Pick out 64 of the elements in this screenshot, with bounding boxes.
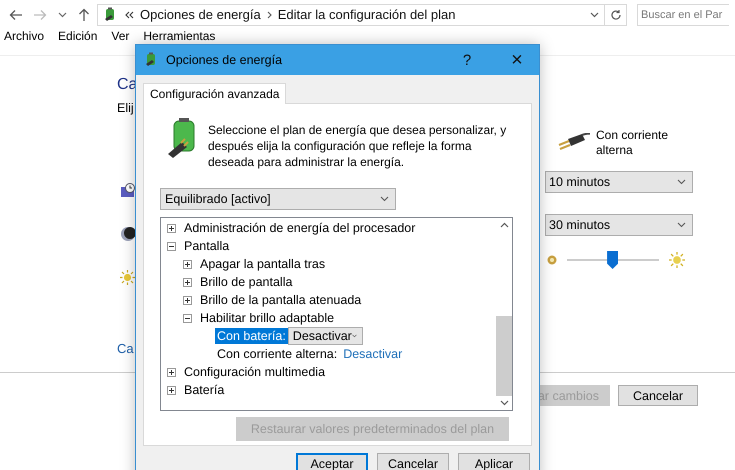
description-text: Seleccione el plan de energía que desea personalizar, y después elija la configuración que refleje la forma deseada para administrar la energía. xyxy=(208,122,508,170)
search-field[interactable]: Buscar en el Par xyxy=(637,4,729,26)
tree-toggle[interactable] xyxy=(167,386,176,394)
breadcrumb-item[interactable]: Editar la configuración del plan xyxy=(278,7,456,22)
dialog-button[interactable]: Cancelar xyxy=(377,453,449,470)
scrollbar-thumb[interactable] xyxy=(496,316,512,396)
dropdown[interactable]: 10 minutos xyxy=(545,171,693,193)
footer-button[interactable]: Cancelar xyxy=(618,385,698,406)
breadcrumb-item[interactable]: Opciones de energía xyxy=(140,7,261,22)
setting-dropdown[interactable]: Desactivar xyxy=(288,327,363,345)
tree-toggle[interactable] xyxy=(183,314,192,322)
chevron-down-icon xyxy=(380,196,389,202)
setting-link[interactable]: Desactivar xyxy=(343,347,402,361)
setting-label[interactable]: Con corriente alterna: xyxy=(215,346,340,362)
setting-label[interactable]: Con batería: xyxy=(215,328,288,344)
tree-item[interactable]: Brillo de pantalla xyxy=(200,275,292,289)
tree-toggle[interactable] xyxy=(167,368,176,376)
tree-toggle[interactable] xyxy=(167,224,176,232)
menu-item[interactable]: Archivo xyxy=(4,29,44,44)
tree-toggle[interactable] xyxy=(183,296,192,304)
moon-icon xyxy=(121,226,135,242)
chevron-right-icon[interactable] xyxy=(266,10,272,18)
tree-toggle[interactable] xyxy=(167,242,176,250)
dim-sun-icon xyxy=(547,255,557,265)
refresh-icon xyxy=(610,8,622,20)
menu-item[interactable]: Herramientas xyxy=(143,29,216,44)
chevron-down-icon xyxy=(677,179,686,185)
chevron-down-icon[interactable] xyxy=(590,12,599,18)
tree-item[interactable]: Batería xyxy=(184,383,224,397)
tree-item[interactable]: Brillo de la pantalla atenuada xyxy=(200,293,362,307)
sun-icon xyxy=(669,252,685,268)
tree-item[interactable]: Administración de energía del procesador xyxy=(184,221,416,235)
address-bar[interactable]: Opciones de energía Editar la configuración del plan xyxy=(97,4,605,26)
up-arrow-icon[interactable] xyxy=(78,8,90,22)
chevron-down-icon[interactable] xyxy=(58,12,67,18)
chevron-down-icon xyxy=(677,222,686,228)
double-chevron-icon[interactable] xyxy=(125,10,134,18)
sun-icon xyxy=(120,270,135,285)
refresh-button[interactable] xyxy=(605,4,627,26)
menu-item[interactable]: Ver xyxy=(111,29,130,44)
column-title: Con corriente alterna xyxy=(596,128,670,158)
power-plug-icon xyxy=(558,133,590,153)
plan-dropdown[interactable]: Equilibrado [activo] xyxy=(160,188,396,210)
tree-item[interactable]: Configuración multimedia xyxy=(184,365,326,379)
tree-toggle[interactable] xyxy=(183,260,192,268)
page-link[interactable]: Ca xyxy=(117,341,134,356)
scroll-up-icon[interactable] xyxy=(500,222,508,228)
tree-toggle[interactable] xyxy=(183,278,192,286)
scroll-down-icon[interactable] xyxy=(500,400,508,406)
chevron-down-icon xyxy=(352,333,357,339)
help-button[interactable]: ? xyxy=(445,45,489,75)
clock-monitor-icon xyxy=(121,183,135,197)
back-icon[interactable] xyxy=(9,8,23,20)
tree-item[interactable]: Pantalla xyxy=(184,239,230,253)
slider-thumb[interactable] xyxy=(607,251,618,269)
subtitle-text: Elij xyxy=(117,101,134,115)
dialog-title: Opciones de energía xyxy=(166,53,284,67)
tab[interactable]: Configuración avanzada xyxy=(143,83,286,104)
close-button[interactable]: × xyxy=(495,45,539,75)
tree-item[interactable]: Apagar la pantalla tras xyxy=(200,257,326,271)
tree-item[interactable]: Habilitar brillo adaptable xyxy=(200,311,334,325)
menu-item[interactable]: Edición xyxy=(58,29,98,44)
brightness-slider[interactable] xyxy=(567,250,659,270)
dropdown[interactable]: 30 minutos xyxy=(545,214,693,236)
